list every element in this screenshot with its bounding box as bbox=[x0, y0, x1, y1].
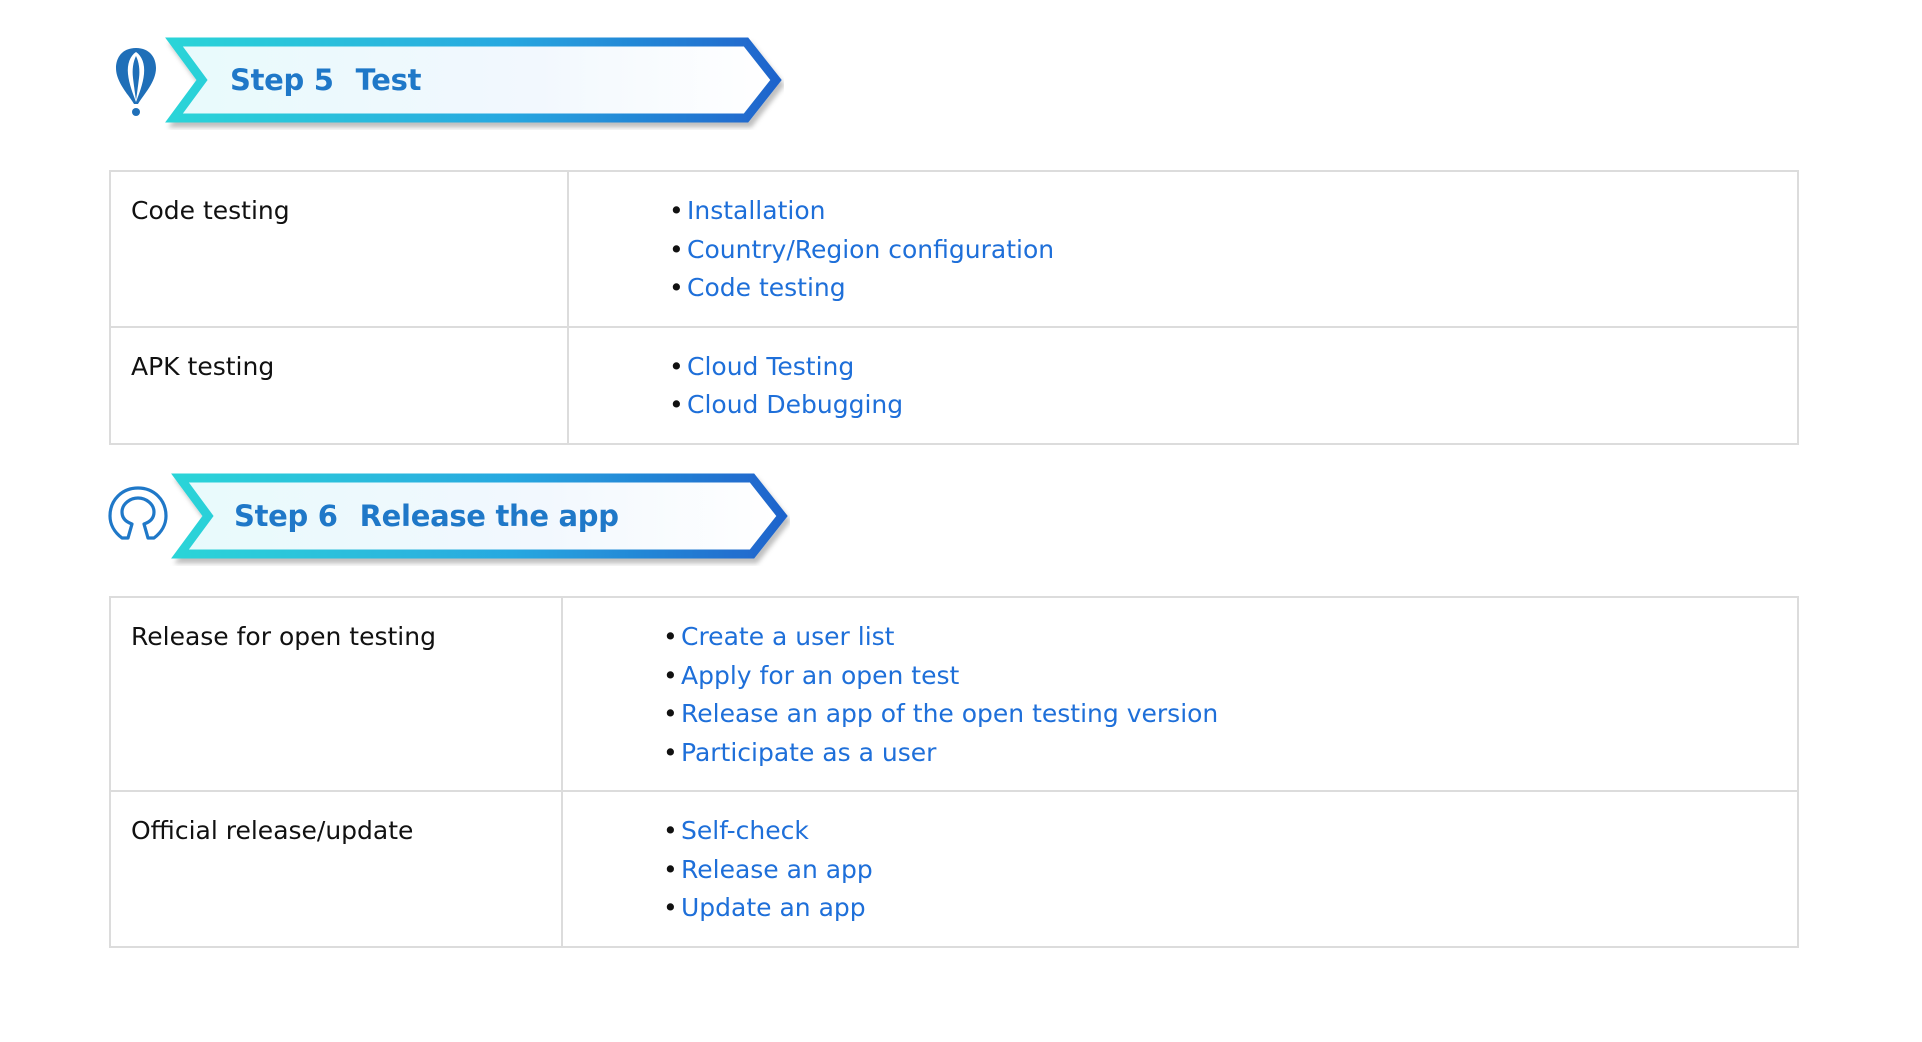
code-testing-link[interactable]: Code testing bbox=[687, 273, 846, 302]
link-list: • Self-check • Release an app • Update an a… bbox=[563, 812, 1797, 928]
list-item: • Country/Region configuration bbox=[669, 234, 1055, 264]
link-list: • Create a user list • Apply for an open t… bbox=[563, 618, 1797, 772]
list-item: • Create a user list bbox=[663, 622, 895, 651]
step-5-number: Step 5 bbox=[230, 63, 334, 97]
step-6-banner: Step 6 Release the app bbox=[108, 466, 788, 566]
release-open-testing-version-link[interactable]: Release an app of the open testing versi… bbox=[681, 699, 1218, 728]
step-6-number: Step 6 bbox=[234, 499, 338, 533]
row-label: Official release/update bbox=[109, 790, 563, 948]
table-row: Code testing • Installation • Country/Regi… bbox=[109, 170, 1799, 328]
row-label: Release for open testing bbox=[109, 596, 563, 792]
list-item: • Release an app of the open testing vers… bbox=[663, 699, 1219, 728]
step-6-title: Release the app bbox=[359, 499, 619, 533]
update-app-link[interactable]: Update an app bbox=[681, 893, 866, 922]
list-item: • Release an app bbox=[663, 854, 873, 884]
list-item: • Installation bbox=[669, 196, 826, 225]
row-label: APK testing bbox=[109, 325, 569, 445]
row-links: • Self-check • Release an app • Update an a… bbox=[561, 790, 1799, 948]
step-5-table: Code testing • Installation • Country/Regi… bbox=[109, 170, 1799, 445]
step-6-table: Release for open testing • Create a user … bbox=[109, 596, 1799, 948]
row-links: • Cloud Testing • Cloud Debugging bbox=[567, 325, 1799, 445]
self-check-link[interactable]: Self-check bbox=[681, 816, 809, 845]
create-user-list-link[interactable]: Create a user list bbox=[681, 622, 894, 651]
table-row: Official release/update • Self-check • Rel… bbox=[109, 790, 1799, 948]
list-item: • Code testing bbox=[669, 273, 846, 302]
list-item: • Participate as a user bbox=[663, 737, 937, 767]
row-links: • Installation • Country/Region configurat… bbox=[567, 170, 1799, 328]
row-label: Code testing bbox=[109, 170, 569, 328]
row-links: • Create a user list • Apply for an open t… bbox=[561, 596, 1799, 792]
link-list: • Installation • Country/Region configurat… bbox=[569, 192, 1797, 308]
list-item: • Self-check bbox=[663, 816, 809, 845]
balloon-pin-icon bbox=[108, 30, 164, 130]
participate-as-user-link[interactable]: Participate as a user bbox=[681, 738, 936, 767]
list-item: • Apply for an open test bbox=[663, 660, 960, 690]
release-app-link[interactable]: Release an app bbox=[681, 855, 873, 884]
step-5-title: Test bbox=[355, 63, 422, 97]
open-source-ring-icon bbox=[108, 466, 168, 566]
link-list: • Cloud Testing • Cloud Debugging bbox=[569, 348, 1797, 425]
country-region-configuration-link[interactable]: Country/Region configuration bbox=[687, 235, 1054, 264]
table-row: Release for open testing • Create a user … bbox=[109, 596, 1799, 792]
list-item: • Update an app bbox=[663, 893, 866, 922]
cloud-debugging-link[interactable]: Cloud Debugging bbox=[687, 390, 903, 419]
step-5-banner: Step 5 Test bbox=[108, 30, 788, 130]
cloud-testing-link[interactable]: Cloud Testing bbox=[687, 352, 854, 381]
list-item: • Cloud Debugging bbox=[669, 390, 904, 419]
step-5-heading: Step 5 Test bbox=[230, 30, 421, 130]
list-item: • Cloud Testing bbox=[669, 351, 855, 381]
step-6-heading: Step 6 Release the app bbox=[234, 466, 619, 566]
apply-open-test-link[interactable]: Apply for an open test bbox=[681, 661, 959, 690]
installation-link[interactable]: Installation bbox=[687, 196, 825, 225]
table-row: APK testing • Cloud Testing • Cloud Debugg… bbox=[109, 325, 1799, 445]
